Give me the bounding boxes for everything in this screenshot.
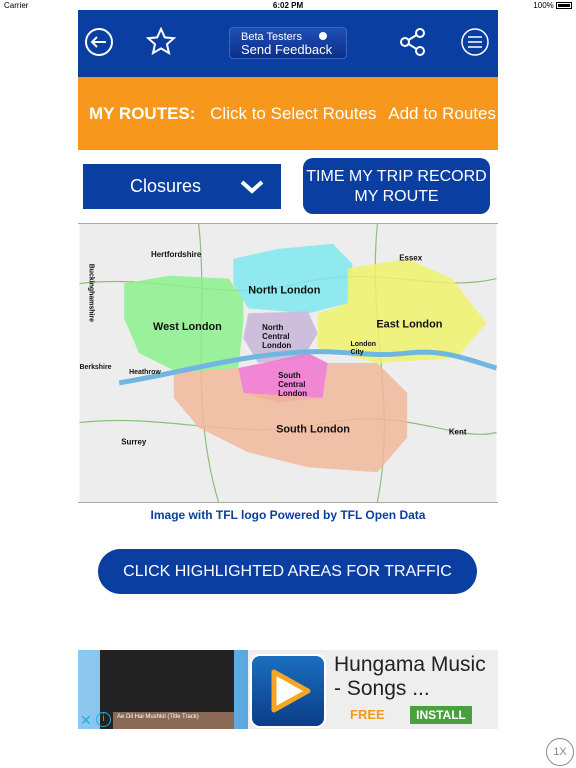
app: Beta Testers Send Feedback MY ROUTES: Cl… [78, 10, 498, 758]
ad-banner[interactable]: ✕ i Ae Dil Hai Mushkil (Title Track) Hun… [78, 650, 498, 729]
star-icon[interactable] [146, 27, 176, 57]
select-routes-link[interactable]: Click to Select Routes [210, 104, 376, 123]
map-label-kent: Kent [449, 427, 467, 436]
close-ad-icon[interactable]: ✕ [80, 712, 92, 729]
map-label-sc2: Central [278, 380, 305, 389]
map-caption: Image with TFL logo Powered by TFL Open … [150, 508, 426, 522]
map-label-hertfordshire: Hertfordshire [151, 250, 202, 259]
playback-rate-button[interactable]: 1X [546, 738, 574, 766]
map-label-city1: London [351, 341, 376, 348]
send-feedback-button[interactable]: Beta Testers Send Feedback [229, 27, 347, 59]
my-routes-label: MY ROUTES: [89, 104, 196, 123]
map-label-nc2: Central [262, 332, 289, 341]
map-label-east-london: East London [376, 318, 442, 330]
top-bar: Beta Testers Send Feedback [78, 10, 498, 77]
map-label-sc3: London [278, 389, 307, 398]
map-label-west-london: West London [153, 321, 222, 333]
ad-install-button[interactable]: INSTALL [410, 706, 472, 724]
clock: 6:02 PM [272, 1, 304, 10]
map-label-berkshire: Berkshire [80, 364, 112, 371]
traffic-button[interactable]: CLICK HIGHLIGHTED AREAS FOR TRAFFIC [98, 549, 477, 594]
ad-free-label: FREE [350, 707, 385, 722]
ad-title: Hungama Music - Songs ... [334, 653, 486, 700]
map-label-sc1: South [278, 371, 301, 380]
ad-track: Ae Dil Hai Mushkil (Title Track) [113, 712, 234, 729]
filter-dropdown[interactable]: Closures [83, 164, 281, 209]
hungama-app-icon [250, 654, 326, 728]
map-label-surrey: Surrey [121, 437, 147, 446]
add-routes-link[interactable]: Add to Routes [388, 104, 496, 123]
map-label-south-london: South London [276, 424, 350, 436]
routes-bar: MY ROUTES: Click to Select Routes Add to… [78, 77, 498, 150]
london-map[interactable]: Hertfordshire Essex North London West Lo… [78, 223, 498, 503]
back-arrow-icon[interactable] [84, 27, 114, 57]
battery-icon [556, 2, 572, 10]
map-label-city2: City [351, 349, 364, 356]
info-icon[interactable]: i [96, 712, 111, 727]
menu-icon[interactable] [460, 27, 490, 57]
time-my-trip-button[interactable]: TIME MY TRIP RECORD MY ROUTE [303, 158, 490, 214]
map-label-nc1: North [262, 323, 283, 332]
map-label-north-london: North London [248, 285, 320, 297]
chevron-down-icon [240, 180, 264, 194]
map-label-bucks: Buckinghamshire [87, 264, 94, 322]
battery: 100% [533, 1, 572, 10]
chevron-down-icon [319, 32, 327, 40]
map-label-heathrow: Heathrow [129, 369, 161, 376]
map-label-essex: Essex [399, 254, 423, 263]
share-icon[interactable] [398, 27, 428, 57]
map-label-nc3: London [262, 341, 291, 350]
